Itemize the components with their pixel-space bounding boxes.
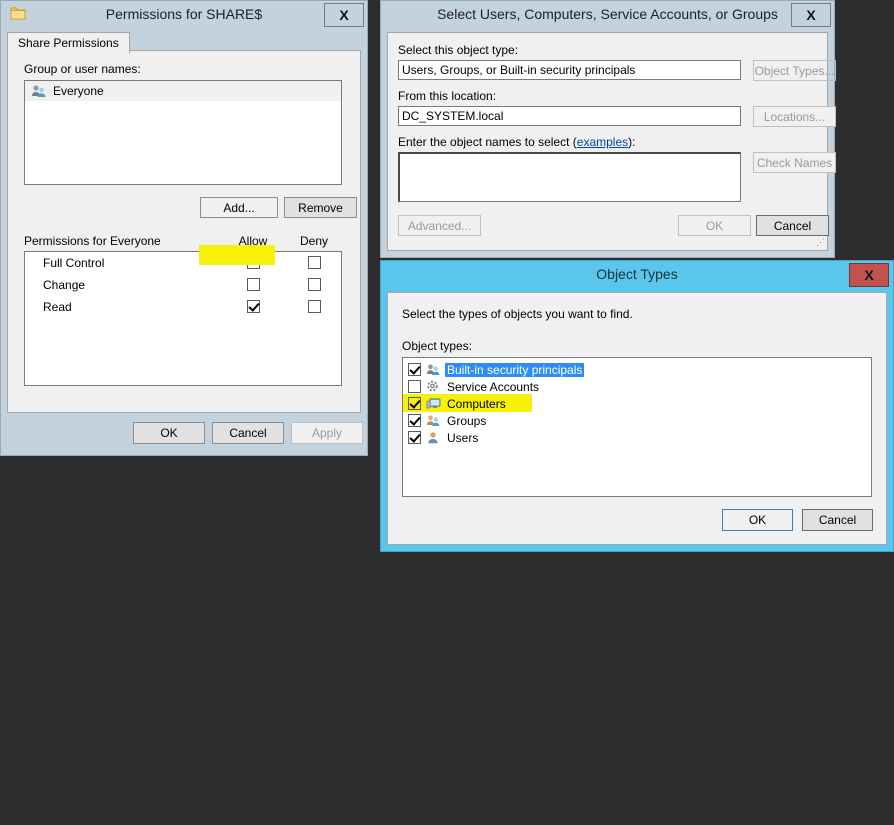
item-checkbox[interactable] bbox=[408, 363, 421, 376]
object-types-button[interactable]: Object Types... bbox=[753, 60, 836, 81]
table-row[interactable]: Change bbox=[25, 274, 341, 296]
object-names-label: Enter the object names to select (exampl… bbox=[398, 135, 635, 149]
user-icon bbox=[426, 431, 441, 444]
allow-checkbox[interactable] bbox=[247, 256, 260, 269]
advanced-button[interactable]: Advanced... bbox=[398, 215, 481, 236]
permissions-titlebar: Permissions for SHARE$ X bbox=[1, 1, 367, 27]
gear-icon bbox=[426, 380, 441, 393]
close-icon[interactable]: X bbox=[324, 3, 364, 27]
computer-icon bbox=[426, 397, 441, 410]
object-names-input[interactable] bbox=[398, 152, 741, 202]
tab-strip: Share Permissions bbox=[7, 32, 361, 51]
object-type-label: Select this object type: bbox=[398, 43, 518, 57]
list-item-label: Everyone bbox=[51, 84, 106, 98]
group-or-user-names-list[interactable]: Everyone bbox=[24, 80, 342, 185]
folder-icon bbox=[10, 6, 26, 20]
object-types-list-label: Object types: bbox=[402, 339, 472, 353]
list-item-users[interactable]: Users bbox=[403, 429, 871, 446]
list-item[interactable]: Everyone bbox=[25, 81, 341, 101]
permission-name: Full Control bbox=[43, 256, 104, 270]
permissions-table: Full Control Change Read bbox=[24, 251, 342, 386]
list-item-label: Built-in security principals bbox=[445, 363, 584, 377]
object-names-label-suffix: ): bbox=[628, 135, 635, 149]
table-row[interactable]: Read bbox=[25, 296, 341, 318]
group-users-icon bbox=[426, 363, 441, 376]
locations-button[interactable]: Locations... bbox=[753, 106, 836, 127]
permissions-for-everyone-label: Permissions for Everyone bbox=[24, 234, 161, 248]
deny-checkbox[interactable] bbox=[308, 300, 321, 313]
examples-link[interactable]: examples bbox=[577, 135, 628, 149]
list-item-groups[interactable]: Groups bbox=[403, 412, 871, 429]
cancel-button[interactable]: Cancel bbox=[212, 422, 284, 444]
list-item-label: Users bbox=[445, 431, 480, 445]
list-item-label: Service Accounts bbox=[445, 380, 541, 394]
select-users-title: Select Users, Computers, Service Account… bbox=[437, 6, 778, 22]
ok-button[interactable]: OK bbox=[133, 422, 205, 444]
permission-name: Read bbox=[43, 300, 72, 314]
select-users-dialog: Select Users, Computers, Service Account… bbox=[380, 0, 835, 258]
group-or-user-names-label: Group or user names: bbox=[24, 62, 141, 76]
select-users-client: Select this object type: Users, Groups, … bbox=[387, 32, 828, 251]
group-users-icon bbox=[31, 84, 47, 98]
permission-name: Change bbox=[43, 278, 85, 292]
remove-button[interactable]: Remove bbox=[284, 197, 357, 218]
item-checkbox[interactable] bbox=[408, 431, 421, 444]
object-types-client: Select the types of objects you want to … bbox=[387, 292, 887, 545]
cancel-button[interactable]: Cancel bbox=[802, 509, 873, 531]
instruction-text: Select the types of objects you want to … bbox=[402, 307, 633, 321]
object-types-titlebar: Object Types X bbox=[381, 261, 893, 287]
object-names-label-prefix: Enter the object names to select ( bbox=[398, 135, 577, 149]
object-types-title: Object Types bbox=[596, 266, 677, 282]
object-types-dialog: Object Types X Select the types of objec… bbox=[380, 260, 894, 552]
permissions-dialog: Permissions for SHARE$ X Share Permissio… bbox=[0, 0, 368, 456]
permissions-pane: Group or user names: Everyone Add... Rem… bbox=[7, 50, 361, 413]
cancel-button[interactable]: Cancel bbox=[756, 215, 829, 236]
ok-button[interactable]: OK bbox=[722, 509, 793, 531]
list-item-service-accounts[interactable]: Service Accounts bbox=[403, 378, 871, 395]
list-item-built-in-security-principals[interactable]: Built-in security principals bbox=[403, 361, 871, 378]
deny-checkbox[interactable] bbox=[308, 278, 321, 291]
permissions-footer: OK Cancel Apply bbox=[7, 417, 361, 449]
permissions-title: Permissions for SHARE$ bbox=[106, 6, 262, 22]
table-row[interactable]: Full Control bbox=[25, 252, 341, 274]
add-button[interactable]: Add... bbox=[200, 197, 278, 218]
list-item-label: Computers bbox=[445, 397, 508, 411]
deny-column-header: Deny bbox=[289, 234, 339, 248]
item-checkbox[interactable] bbox=[408, 380, 421, 393]
location-value: DC_SYSTEM.local bbox=[398, 106, 741, 126]
allow-checkbox[interactable] bbox=[247, 278, 260, 291]
close-icon[interactable]: X bbox=[791, 3, 831, 27]
group-users-icon bbox=[426, 414, 441, 427]
deny-checkbox[interactable] bbox=[308, 256, 321, 269]
location-label: From this location: bbox=[398, 89, 496, 103]
check-names-button[interactable]: Check Names bbox=[753, 152, 836, 173]
ok-button[interactable]: OK bbox=[678, 215, 751, 236]
item-checkbox[interactable] bbox=[408, 397, 421, 410]
list-item-computers[interactable]: Computers bbox=[403, 395, 871, 412]
resize-grip-icon[interactable]: ⋰ bbox=[816, 237, 824, 248]
item-checkbox[interactable] bbox=[408, 414, 421, 427]
object-types-list[interactable]: Built-in security principals Service Acc… bbox=[402, 357, 872, 497]
select-users-titlebar: Select Users, Computers, Service Account… bbox=[381, 1, 834, 27]
list-item-label: Groups bbox=[445, 414, 488, 428]
object-type-value: Users, Groups, or Built-in security prin… bbox=[398, 60, 741, 80]
close-icon[interactable]: X bbox=[849, 263, 889, 287]
allow-checkbox[interactable] bbox=[247, 300, 260, 313]
apply-button: Apply bbox=[291, 422, 363, 444]
tab-share-permissions[interactable]: Share Permissions bbox=[7, 32, 130, 53]
allow-column-header: Allow bbox=[228, 234, 278, 248]
